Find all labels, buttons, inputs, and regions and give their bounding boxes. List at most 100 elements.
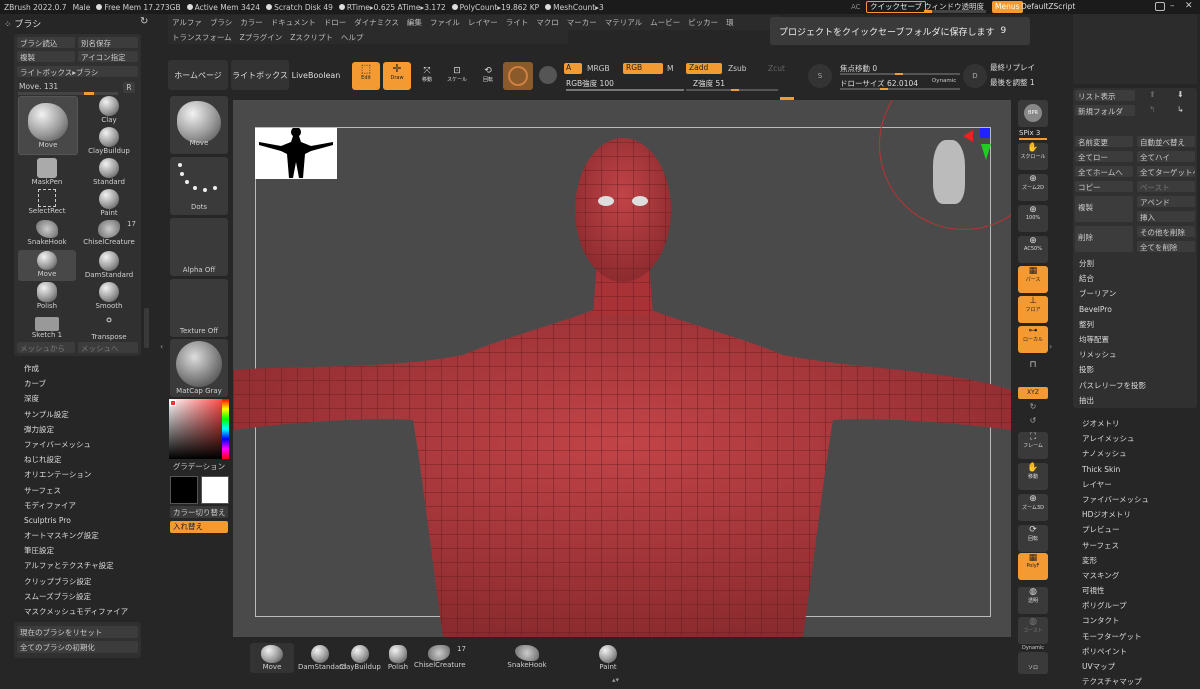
append-button[interactable]: アペンド (1137, 196, 1195, 207)
menu-nanomesh[interactable]: ナノメッシュ (1076, 446, 1200, 461)
orientation-head-icon[interactable] (933, 140, 965, 204)
menu-sample[interactable]: サンプル設定 (18, 407, 144, 422)
swap-button[interactable]: 入れ替え (170, 521, 228, 533)
menus-button[interactable]: Menus (992, 1, 1023, 13)
menu-picker[interactable]: ピッカー (684, 17, 722, 28)
menu-alpha-texture[interactable]: アルファとテクスチャ設定 (18, 558, 144, 573)
menu-automasking[interactable]: オートマスキング設定 (18, 528, 144, 543)
refresh-icon[interactable]: ↻ (140, 16, 148, 27)
menu-project[interactable]: 投影 (1073, 362, 1197, 377)
collapse-right-icon[interactable]: › (1049, 342, 1052, 351)
delete-other-button[interactable]: その他を削除 (1137, 226, 1195, 237)
xyz-button[interactable]: XYZ (1018, 387, 1048, 399)
rotate-y-icon[interactable]: ↻ (1018, 402, 1048, 414)
menu-remesh[interactable]: リメッシュ (1073, 347, 1197, 362)
menu-create[interactable]: 作成 (18, 361, 144, 376)
all-high-button[interactable]: 全てハイ (1137, 151, 1195, 162)
hue-slider[interactable] (222, 399, 229, 459)
edit-button[interactable]: ⬚ Edit (352, 62, 380, 90)
copy-button[interactable]: コピー (1075, 181, 1133, 192)
brush-damstandard[interactable]: DamStandard (80, 251, 138, 281)
brush-copy-button[interactable]: 複製 (17, 51, 75, 62)
menu-macro[interactable]: マクロ (532, 17, 563, 28)
menu-zscript[interactable]: Zスクリプト (286, 32, 337, 43)
menu-light[interactable]: ライト (502, 17, 533, 28)
menu-smooth-brush[interactable]: スムーズブラシ設定 (18, 589, 144, 604)
menu-mask-mesh[interactable]: マスクメッシュモディファイア (18, 604, 144, 619)
reset-brush-button[interactable]: 現在のブラシをリセット (17, 626, 138, 638)
polyframe-button[interactable]: ▦ PolyF (1018, 553, 1048, 580)
bpr-button[interactable]: BPR (1018, 100, 1048, 127)
menu-edit[interactable]: 編集 (403, 17, 426, 28)
arrow-down-icon[interactable]: ⬇ (1177, 90, 1184, 99)
transparency-button[interactable]: ◍ 透明 (1018, 587, 1048, 614)
shelf-paint[interactable]: Paint (586, 643, 630, 673)
menu-thick-skin[interactable]: Thick Skin (1076, 462, 1200, 477)
menu-curve[interactable]: カーブ (18, 376, 144, 391)
quicksave-button[interactable]: クイックセーブ (866, 1, 927, 13)
color-marker[interactable] (170, 400, 176, 406)
brush-clay[interactable]: Clay (80, 96, 138, 126)
tray-scrollbar[interactable] (144, 308, 149, 348)
init-all-brushes-button[interactable]: 全てのブラシの初期化 (17, 641, 138, 653)
menu-surface[interactable]: サーフェス (18, 483, 144, 498)
menu-brush[interactable]: ブラシ (206, 17, 236, 28)
insert-button[interactable]: 挿入 (1137, 211, 1195, 222)
adjust-last-button[interactable]: 最後を調整 1 (990, 77, 1035, 88)
shelf-claybuildup[interactable]: ClayBuildup (338, 643, 382, 673)
menu-depth[interactable]: 深度 (18, 391, 144, 406)
focal-shift-slider[interactable] (840, 73, 960, 75)
menu-distribute[interactable]: 均等配置 (1073, 332, 1197, 347)
menu-morph-target[interactable]: モーフターゲット (1076, 629, 1200, 644)
z-intensity-slider[interactable] (686, 89, 778, 91)
menu-masking[interactable]: マスキング (1076, 568, 1200, 583)
liveboolean-button[interactable]: LiveBoolean (291, 60, 341, 90)
texture-thumb[interactable]: Texture Off (170, 279, 228, 337)
to-mesh-button[interactable]: メッシュへ (78, 342, 138, 353)
menu-document[interactable]: ドキュメント (267, 17, 320, 28)
last-replay-button[interactable]: 最終リプレイ (990, 62, 1035, 73)
a-button[interactable]: A (564, 63, 582, 74)
delete-all-button[interactable]: 全てを削除 (1137, 241, 1195, 252)
menu-marker[interactable]: マーカー (563, 17, 601, 28)
dynamic-toggle[interactable]: Dynamic (932, 78, 956, 84)
r-button[interactable]: R (123, 82, 135, 93)
half-size-button[interactable]: ⊕ AC50% (1018, 236, 1048, 263)
current-brush-thumb[interactable]: Move (170, 96, 228, 154)
brush-scroll-slider[interactable] (18, 92, 118, 95)
zoom3d-button[interactable]: ⊕ ズーム3D (1018, 494, 1048, 521)
draw-size-slider[interactable] (840, 88, 960, 90)
move-up-icon[interactable]: ↰ (1149, 105, 1156, 114)
menu-layers[interactable]: レイヤー (1076, 477, 1200, 492)
menu-elasticity[interactable]: 弾力設定 (18, 422, 144, 437)
scale-mode-button[interactable]: ⊡ スケール (446, 66, 468, 90)
brush-transpose[interactable]: ⚬ Transpose (80, 313, 138, 343)
spix-slider[interactable] (1019, 138, 1047, 140)
spix-label[interactable]: SPix 3 (1019, 129, 1040, 137)
menu-visibility[interactable]: 可視性 (1076, 583, 1200, 598)
menu-polypaint[interactable]: ポリペイント (1076, 644, 1200, 659)
menu-transform[interactable]: トランスフォーム (168, 32, 236, 43)
menu-extract[interactable]: 抽出 (1073, 393, 1197, 408)
ghost-button[interactable]: ◍ ゴースト (1018, 617, 1048, 644)
lightbox-brush-button[interactable]: ライトボックス▸ブラシ (17, 66, 138, 77)
brush-smooth[interactable]: Smooth (80, 282, 138, 312)
brush-paint[interactable]: Paint (80, 189, 138, 219)
scroll-button[interactable]: ✋ スクロール (1018, 143, 1048, 170)
primary-color-swatch[interactable] (170, 476, 198, 504)
move-view-button[interactable]: ✋ 移動 (1018, 463, 1048, 490)
draw-d-icon[interactable]: D (963, 64, 987, 88)
minimize-icon[interactable]: – (1170, 1, 1175, 11)
mrgb-button[interactable]: MRGB (587, 64, 610, 73)
rgb-strength[interactable]: RGB強度 100 (566, 78, 614, 89)
menu-arraymesh[interactable]: アレイメッシュ (1076, 431, 1200, 446)
menu-sculptris-pro[interactable]: Sculptris Pro (18, 513, 144, 528)
restore-window-icon[interactable] (1155, 2, 1165, 11)
menu-fibermesh[interactable]: ファイバーメッシュ (18, 437, 144, 452)
menu-draw[interactable]: ドロー (320, 17, 351, 28)
perspective-button[interactable]: ▦ パース (1018, 266, 1048, 293)
menu-color[interactable]: カラー (236, 17, 267, 28)
zoom2d-button[interactable]: ⊕ ズーム2D (1018, 174, 1048, 201)
zsub-button[interactable]: Zsub (728, 64, 747, 73)
rename-button[interactable]: 名前変更 (1075, 136, 1133, 147)
